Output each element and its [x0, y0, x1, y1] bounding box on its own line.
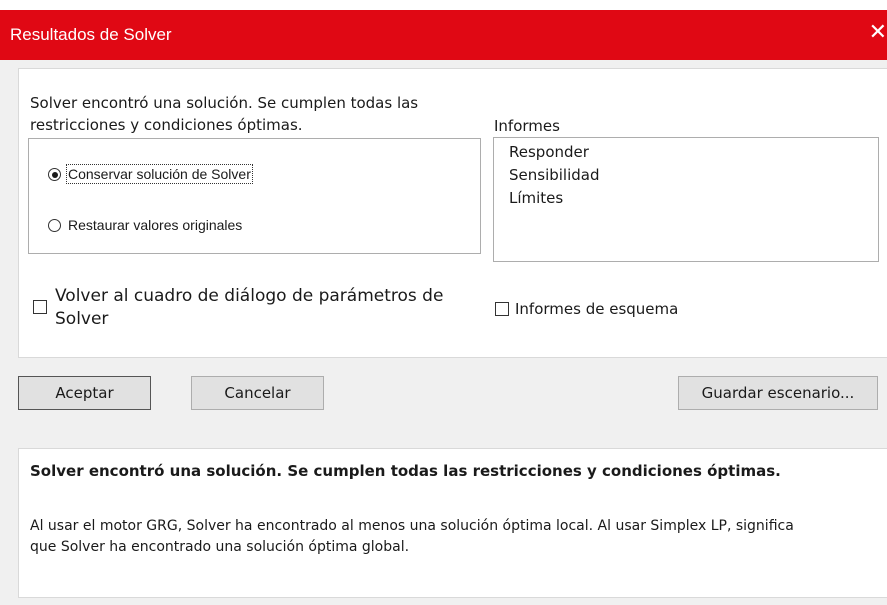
result-message-line1: Solver encontró una solución. Se cumplen…	[30, 94, 419, 112]
description-line1: Al usar el motor GRG, Solver ha encontra…	[30, 518, 794, 534]
solution-options-group	[28, 138, 481, 254]
radio-dot	[51, 171, 58, 178]
window-title: Resultados de Solver	[10, 25, 172, 44]
description-text: Al usar el motor GRG, Solver ha encontra…	[30, 516, 794, 558]
report-item-responder[interactable]: Responder	[509, 143, 589, 161]
checkbox-icon[interactable]	[33, 300, 47, 314]
restore-original-label[interactable]: Restaurar valores originales	[68, 217, 242, 233]
accept-button[interactable]: Aceptar	[18, 376, 151, 410]
window-top-edge	[0, 0, 887, 10]
radio-selected-icon[interactable]	[48, 168, 61, 181]
title-bar: Resultados de Solver ✕	[0, 10, 887, 60]
description-title: Solver encontró una solución. Se cumplen…	[30, 462, 781, 480]
save-scenario-button[interactable]: Guardar escenario...	[678, 376, 878, 410]
keep-solution-label[interactable]: Conservar solución de Solver	[66, 164, 253, 184]
report-item-limites[interactable]: Límites	[509, 189, 563, 207]
description-line2: que Solver ha encontrado una solución óp…	[30, 539, 410, 555]
result-message: Solver encontró una solución. Se cumplen…	[30, 92, 418, 136]
reports-listbox[interactable]: Responder Sensibilidad Límites	[493, 137, 879, 262]
cancel-button[interactable]: Cancelar	[191, 376, 324, 410]
outline-reports-label[interactable]: Informes de esquema	[515, 300, 678, 318]
reports-label: Informes	[494, 117, 560, 135]
report-item-sensibilidad[interactable]: Sensibilidad	[509, 166, 600, 184]
close-icon[interactable]: ✕	[869, 22, 887, 44]
return-dialog-label[interactable]: Volver al cuadro de diálogo de parámetro…	[55, 285, 465, 331]
checkbox-icon[interactable]	[495, 302, 509, 316]
radio-empty-icon[interactable]	[48, 219, 61, 232]
result-message-line2: restricciones y condiciones óptimas.	[30, 116, 303, 134]
